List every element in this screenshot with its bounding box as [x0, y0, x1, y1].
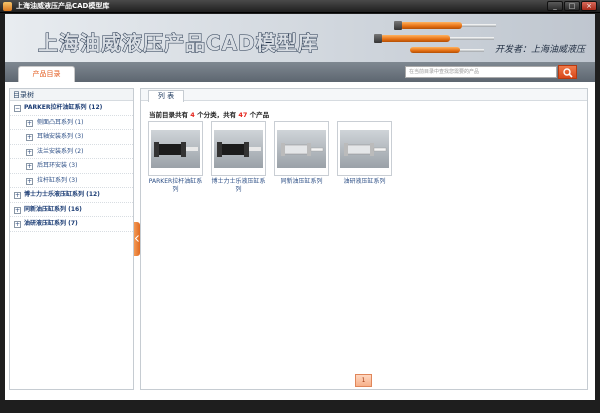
tree-item-label: 同新油压缸系列 (16)	[24, 205, 82, 213]
cylinder-image	[340, 130, 389, 168]
tree-subcategory-item[interactable]: + 法兰安装系列 (2)	[10, 145, 133, 159]
tree-item-label: 法兰安装系列 (2)	[37, 147, 84, 155]
status-bar	[0, 400, 600, 413]
expand-toggle-icon[interactable]: +	[14, 192, 21, 199]
product-list-panel: 列 表 当前目录共有 4 个分类，共有 47 个产品 PARKER拉杆油缸系列博…	[140, 88, 588, 390]
category-count: 4	[190, 111, 195, 119]
summary-suffix: 个产品	[249, 111, 270, 119]
tree-item-label: 油研液压缸系列 (7)	[24, 220, 78, 227]
nav-tabbar: 产品目录 在当前目录中查找您需要的产品	[5, 62, 595, 82]
tree-category-item[interactable]: + 油研液压缸系列 (7)	[10, 217, 133, 232]
tree-subcategory-item[interactable]: + 侧面凸耳系列 (1)	[10, 116, 133, 130]
banner-title: 上海油威液压产品CAD模型库	[38, 31, 319, 56]
tree-item-label: 侧面凸耳系列 (1)	[37, 118, 84, 126]
collapse-toggle-icon[interactable]: −	[14, 105, 21, 112]
cylinder-image	[214, 130, 263, 168]
window-title: 上海油威液压产品CAD模型库	[16, 2, 110, 10]
expand-toggle-icon[interactable]: +	[14, 206, 21, 214]
product-card[interactable]: PARKER拉杆油缸系列	[148, 121, 203, 194]
tab-list[interactable]: 列 表	[148, 90, 184, 102]
product-card[interactable]: 博士力士乐液压缸系列	[211, 121, 266, 194]
expand-toggle-icon[interactable]: +	[26, 177, 33, 185]
summary-prefix: 当前目录共有	[149, 111, 188, 119]
search-icon	[563, 68, 573, 78]
chevron-left-icon	[135, 235, 139, 242]
tree-subcategory-item[interactable]: + 耳轴安装系列 (3)	[10, 130, 133, 145]
tree-item-label: PARKER拉杆油缸系列 (12)	[24, 104, 103, 111]
product-thumbnail[interactable]	[337, 121, 392, 176]
catalog-summary: 当前目录共有 4 个分类，共有 47 个产品	[149, 109, 269, 119]
summary-middle: 个分类，共有	[197, 111, 237, 119]
header-banner: 上海油威液压产品CAD模型库 开发者：上海油威液压	[5, 14, 595, 62]
expand-toggle-icon[interactable]: +	[14, 221, 21, 228]
maximize-button[interactable]: □	[564, 1, 580, 11]
expand-toggle-icon[interactable]: +	[26, 148, 33, 156]
tree-category-item[interactable]: + 同新油压缸系列 (16)	[10, 203, 133, 217]
tree-item-label: 博士力士乐液压缸系列 (12)	[24, 191, 100, 198]
product-card-label[interactable]: PARKER拉杆油缸系列	[148, 178, 203, 194]
developer-label: 开发者：上海油威液压	[494, 45, 585, 55]
page-button[interactable]: 1	[355, 374, 372, 387]
list-tabbar: 列 表	[141, 89, 587, 102]
product-card-label[interactable]: 同新油压缸系列	[274, 178, 329, 186]
app-window: 上海油威液压产品CAD模型库 _ □ × 上海油威液压产品CAD模型库 开发者：…	[0, 0, 600, 413]
tree-category-item[interactable]: + 博士力士乐液压缸系列 (12)	[10, 188, 133, 203]
product-thumbnail[interactable]	[274, 121, 329, 176]
product-card-label[interactable]: 博士力士乐液压缸系列	[211, 178, 266, 194]
product-card-label[interactable]: 油研液压缸系列	[337, 178, 392, 186]
tree-item-label: 拉杆缸系列 (3)	[37, 176, 78, 184]
tree-item-label: 耳轴安装系列 (3)	[37, 133, 84, 140]
cylinder-image	[151, 130, 200, 168]
expand-toggle-icon[interactable]: +	[26, 134, 33, 141]
expand-toggle-icon[interactable]: +	[26, 119, 33, 127]
directory-tree: 目录树 − PARKER拉杆油缸系列 (12) + 侧面凸耳系列 (1) + 耳轴安装系列…	[9, 88, 134, 390]
product-thumbnail[interactable]	[148, 121, 203, 176]
search-input[interactable]: 在当前目录中查找您需要的产品	[405, 66, 557, 78]
tree-subcategory-item[interactable]: + 拉杆缸系列 (3)	[10, 174, 133, 188]
search-button[interactable]	[558, 65, 577, 79]
tree-subcategory-item[interactable]: + 后耳环安装 (3)	[10, 159, 133, 174]
main-content: 目录树 − PARKER拉杆油缸系列 (12) + 侧面凸耳系列 (1) + 耳轴安装系列…	[5, 82, 595, 400]
tree-header: 目录树	[10, 89, 133, 101]
close-button[interactable]: ×	[581, 1, 597, 11]
product-count: 47	[238, 111, 248, 119]
tree-category-item[interactable]: − PARKER拉杆油缸系列 (12)	[10, 101, 133, 116]
product-card[interactable]: 油研液压缸系列	[337, 121, 392, 194]
minimize-button[interactable]: _	[547, 1, 563, 11]
app-icon	[3, 2, 12, 11]
title-bar: 上海油威液压产品CAD模型库 _ □ ×	[0, 0, 600, 13]
product-thumbnail[interactable]	[211, 121, 266, 176]
expand-toggle-icon[interactable]: +	[26, 163, 33, 170]
product-card[interactable]: 同新油压缸系列	[274, 121, 329, 194]
cylinder-image	[277, 130, 326, 168]
tab-product-catalog[interactable]: 产品目录	[18, 66, 75, 82]
tree-item-label: 后耳环安装 (3)	[37, 162, 78, 169]
